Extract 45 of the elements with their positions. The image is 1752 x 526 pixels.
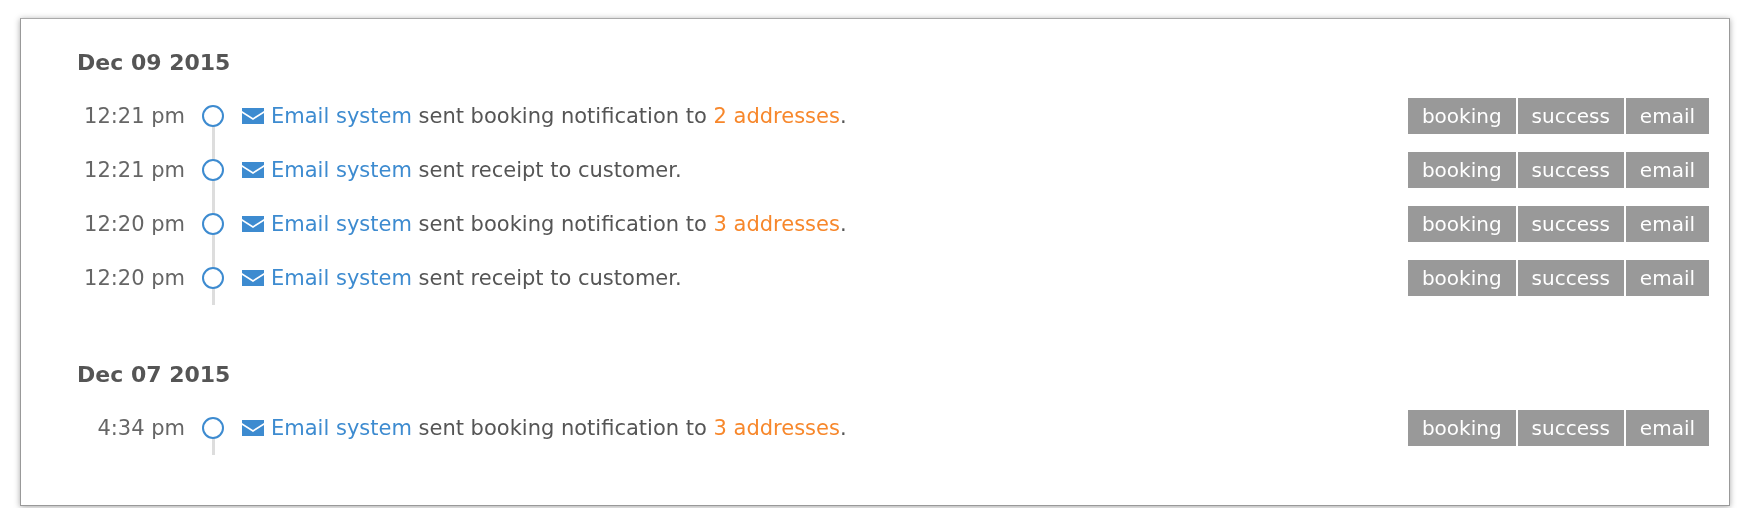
tag-label: booking [1407,152,1516,188]
event-message: Email system sent booking notification to 3 addresses. [271,212,848,236]
envelope-icon [241,269,265,287]
tag-label: success [1517,260,1624,296]
envelope-icon [241,215,265,233]
event-time: 12:20 pm [83,212,185,236]
event-message: Email system sent receipt to customer. [271,266,683,290]
event-time: 12:21 pm [83,104,185,128]
actor-link[interactable]: Email system [271,266,412,290]
timeline-dot [202,213,224,235]
event-message: Email system sent receipt to customer. [271,158,683,182]
actor-link[interactable]: Email system [271,104,412,128]
event-time: 4:34 pm [96,416,185,440]
tag-label: booking [1407,98,1516,134]
tag-label: booking [1407,206,1516,242]
tag-label: email [1625,98,1709,134]
recipients-link[interactable]: 2 addresses [713,104,840,128]
envelope-icon [241,161,265,179]
tag-label: success [1517,98,1624,134]
event-time: 12:20 pm [83,266,185,290]
recipients-link[interactable]: 3 addresses [713,416,840,440]
event-message: Email system sent booking notification to 3 addresses. [271,416,848,440]
tag-label: email [1625,206,1709,242]
timeline-dot [202,105,224,127]
envelope-icon [241,107,265,125]
date-heading: Dec 09 2015 [77,49,232,77]
timeline-dot [202,417,224,439]
tag-label: success [1517,410,1624,446]
tag-label: email [1625,152,1709,188]
date-heading: Dec 07 2015 [77,361,232,389]
recipients-link[interactable]: 3 addresses [713,212,840,236]
timeline-dot [202,159,224,181]
tag-label: booking [1407,260,1516,296]
tag-label: email [1625,410,1709,446]
tag-label: email [1625,260,1709,296]
timeline-dot [202,267,224,289]
tag-label: success [1517,152,1624,188]
tag-label: success [1517,206,1624,242]
envelope-icon [241,419,265,437]
event-time: 12:21 pm [83,158,185,182]
actor-link[interactable]: Email system [271,212,412,236]
tag-label: booking [1407,410,1516,446]
actor-link[interactable]: Email system [271,416,412,440]
actor-link[interactable]: Email system [271,158,412,182]
event-message: Email system sent booking notification to 2 addresses. [271,104,848,128]
